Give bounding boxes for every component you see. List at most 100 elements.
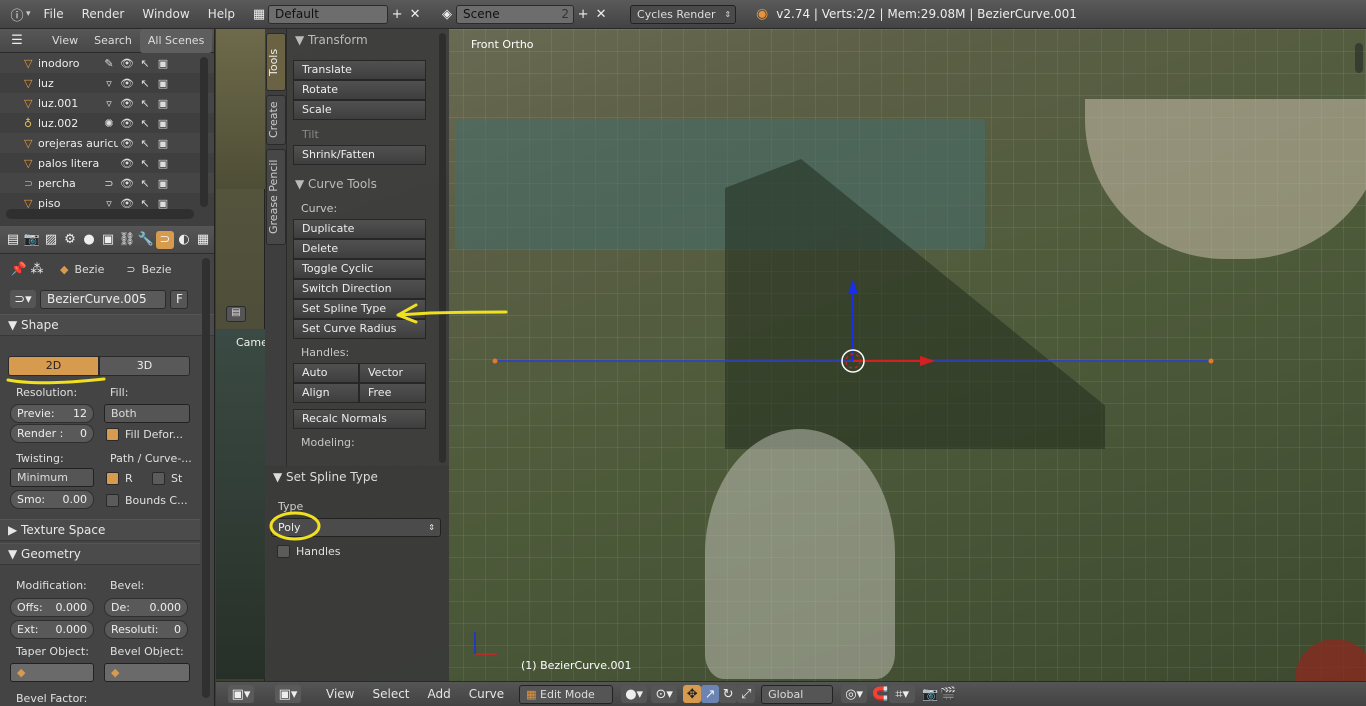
menu-help[interactable]: Help [199,0,244,29]
cursor-icon[interactable]: ↖ [136,117,154,130]
handle-point-right[interactable] [1208,358,1214,364]
camera-render-icon[interactable]: ▣ [154,157,172,170]
handle-vector-button[interactable]: Vector [359,363,426,383]
fill-deform-checkbox[interactable] [106,428,119,441]
menu-file[interactable]: File [35,0,73,29]
stretch-checkbox[interactable] [152,472,165,485]
menu-select[interactable]: Select [363,682,418,706]
tab-create[interactable]: Create [266,95,286,145]
cursor-icon[interactable]: ↖ [136,57,154,70]
material-tab-icon[interactable]: ◐ [175,231,193,249]
redo-panel-header[interactable]: ▼ Set Spline Type [265,466,449,488]
mode-select[interactable]: ▦ Edit Mode [519,684,614,704]
add-scene-icon[interactable]: + [574,5,592,23]
translate-button[interactable]: Translate [293,60,426,80]
curve-browse-icon[interactable]: ⊃▾ [10,290,36,308]
fake-user-button[interactable]: F [170,289,188,309]
duplicate-button[interactable]: Duplicate [293,219,426,239]
properties-editor-icon[interactable]: ▤ [4,231,22,249]
texture-tab-icon[interactable]: ▦ [194,231,212,249]
mode-3d-button[interactable]: 3D [99,356,190,376]
render-tab-icon[interactable]: 📷 [23,231,41,249]
menu-view[interactable]: View [317,682,363,706]
world-tab-icon[interactable]: ● [80,231,98,249]
render-layers-tab-icon[interactable]: ▨ [42,231,60,249]
outliner-item[interactable]: ⊃ percha ⊃ 👁 ↖ ▣ [0,173,214,193]
delete-button[interactable]: Delete [293,239,426,259]
outliner-item[interactable]: ♁ luz.002 ✺ 👁 ↖ ▣ [0,113,214,133]
tilt-button[interactable]: Tilt [293,125,426,145]
taper-object-field[interactable]: ◆ [10,663,94,682]
outliner-item[interactable]: ▽ palos litera 👁 ↖ ▣ [0,153,214,173]
object-tab-icon[interactable]: ▣ [99,231,117,249]
editor-type-icon[interactable]: ▣▾ [228,685,254,703]
eye-icon[interactable]: 👁 [118,57,136,70]
remove-layout-icon[interactable]: ✕ [406,5,424,23]
scale-manipulator-icon[interactable]: ⤢ [737,685,756,703]
set-curve-radius-button[interactable]: Set Curve Radius [293,319,426,339]
handle-point-left[interactable] [492,358,498,364]
menu-add[interactable]: Add [419,682,460,706]
outliner-tab-search[interactable]: Search [86,29,140,53]
texture-space-panel-header[interactable]: ▶ Texture Space [0,519,200,541]
handle-auto-button[interactable]: Auto [293,363,359,383]
eye-icon[interactable]: 👁 [118,77,136,90]
render-resolution-field[interactable]: Render : 0 [10,424,94,443]
mode-2d-button[interactable]: 2D [8,356,99,376]
snap-element-icon[interactable]: ⌗▾ [889,685,916,703]
camera-render-icon[interactable]: ▣ [154,77,172,90]
render-preview-icon[interactable]: 📷 [921,685,939,703]
twist-method-select[interactable]: Minimum [10,468,94,487]
rotate-manipulator-icon[interactable]: ↻ [719,685,738,703]
gizmo-x-arrow-icon[interactable] [920,356,935,366]
transform-orientation-select[interactable]: Global [761,684,834,704]
radius-checkbox[interactable] [106,472,119,485]
cursor-icon[interactable]: ↖ [136,137,154,150]
editor-type-icon[interactable]: ▤ [226,306,246,322]
handle-free-button[interactable]: Free [359,383,426,403]
edit-icon[interactable]: ✎ [100,57,118,70]
eye-icon[interactable]: 👁 [118,177,136,190]
camera-render-icon[interactable]: ▣ [154,57,172,70]
layout-field[interactable]: Default [268,4,389,24]
properties-scrollbar[interactable] [202,258,210,698]
extrude-field[interactable]: Ext: 0.000 [10,620,94,639]
scene-field[interactable]: Scene 2 [456,4,575,24]
outliner-item[interactable]: ▽ luz ▿ 👁 ↖ ▣ [0,73,214,93]
set-spline-type-button[interactable]: Set Spline Type [293,299,426,319]
toggle-cyclic-button[interactable]: Toggle Cyclic [293,259,426,279]
menu-render[interactable]: Render [73,0,134,29]
remove-scene-icon[interactable]: ✕ [592,5,610,23]
info-icon[interactable]: ⓘ [8,5,26,24]
eye-icon[interactable]: 👁 [118,157,136,170]
eye-icon[interactable]: 👁 [118,197,136,210]
gizmo-z-arrow-icon[interactable] [848,279,858,294]
eye-icon[interactable]: 👁 [118,117,136,130]
camera-render-icon[interactable]: ▣ [154,97,172,110]
outliner-editor-icon[interactable]: ☰ [8,32,26,50]
curve-tools-panel-header[interactable]: ▼ Curve Tools [287,173,437,195]
scene-icon[interactable]: ◈ [438,5,456,23]
screen-layout-icon[interactable]: ▦ [250,5,268,23]
modifiers-tab-icon[interactable]: 🔧 [137,231,155,249]
tool-shelf-scrollbar[interactable] [439,33,446,463]
outliner-tab-view[interactable]: View [44,29,86,53]
scale-button[interactable]: Scale [293,100,426,120]
cursor-icon[interactable]: ↖ [136,157,154,170]
constraints-tab-icon[interactable]: ⛓ [118,231,136,249]
tab-grease-pencil[interactable]: Grease Pencil [266,149,286,245]
pin-icon[interactable]: 📌 [10,260,28,278]
snap-toggle-icon[interactable]: 🧲 [871,685,889,703]
preview-resolution-field[interactable]: Previe: 12 [10,404,94,423]
outliner-item[interactable]: ▽ inodoro ✎ 👁 ↖ ▣ [0,53,214,73]
camera-render-icon[interactable]: ▣ [154,117,172,130]
rotate-button[interactable]: Rotate [293,80,426,100]
menu-window[interactable]: Window [133,0,198,29]
outliner-vscrollbar[interactable] [200,57,208,207]
outliner-item[interactable]: ▽ orejeras auricul 👁 ↖ ▣ [0,133,214,153]
handles-checkbox[interactable] [277,545,290,558]
render-engine-select[interactable]: Cycles Render ⇕ [630,4,737,24]
camera-render-icon[interactable]: ▣ [154,177,172,190]
cursor-icon[interactable]: ↖ [136,97,154,110]
cursor-icon[interactable]: ↖ [136,77,154,90]
